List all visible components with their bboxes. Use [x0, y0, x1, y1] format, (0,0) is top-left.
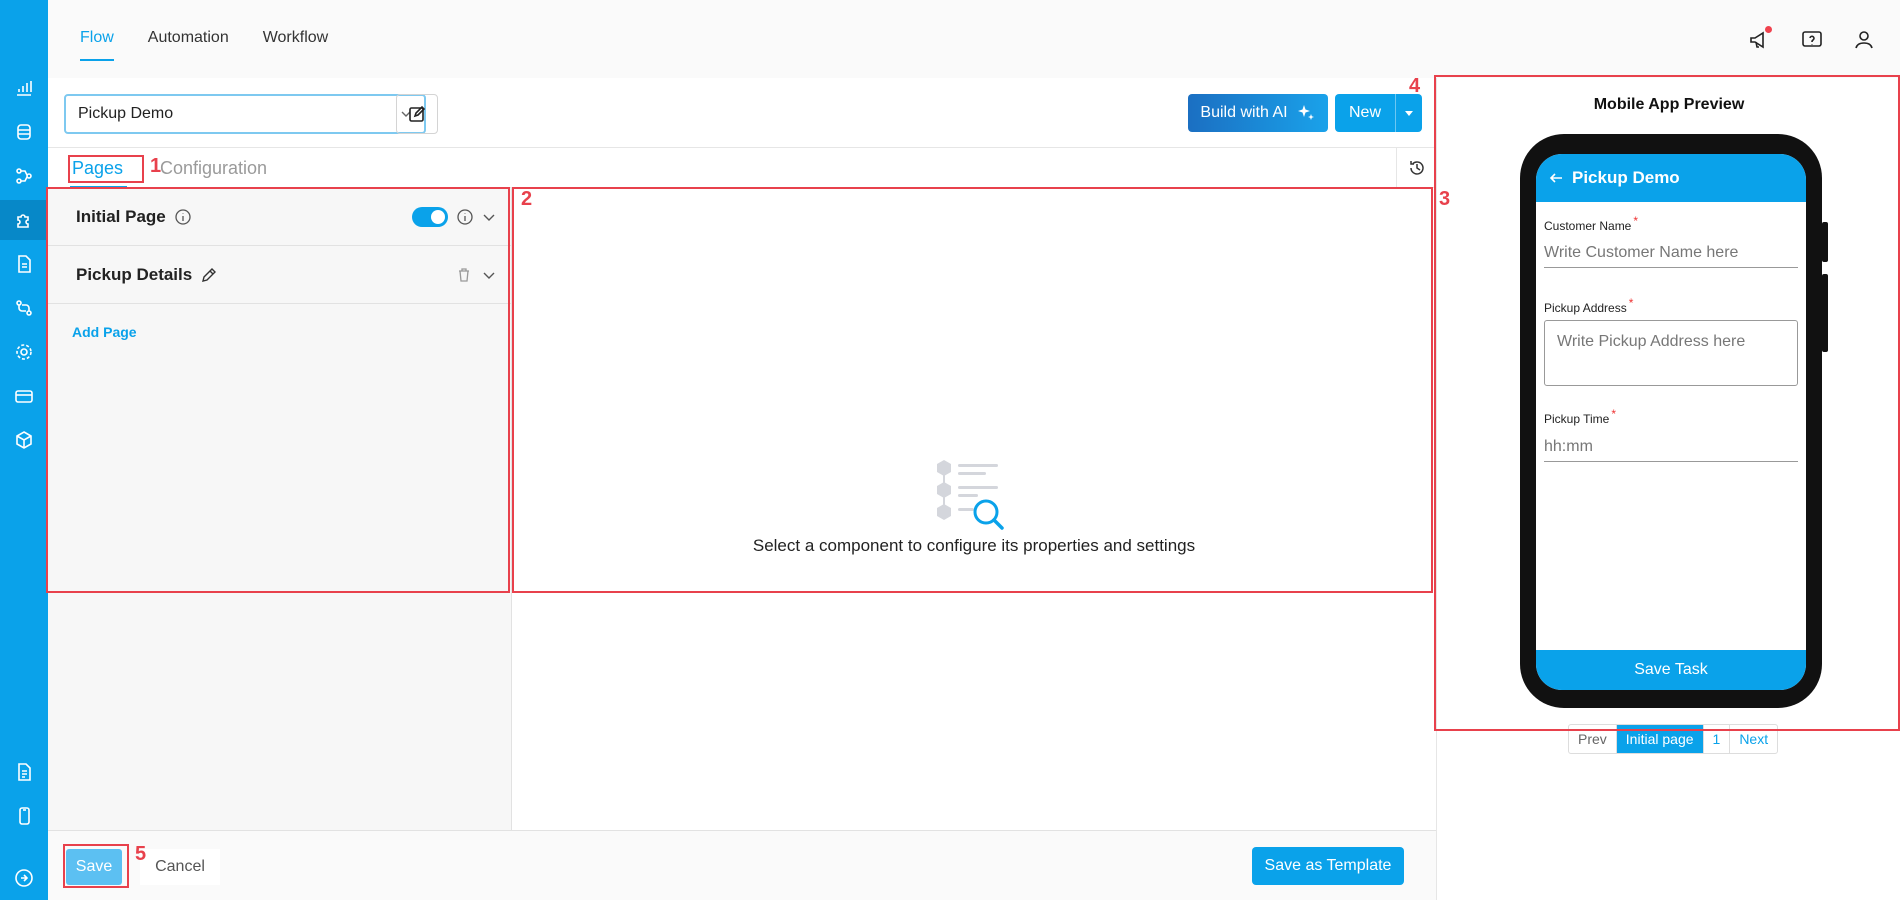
plugin-icon[interactable]	[0, 200, 48, 240]
new-button[interactable]: New	[1335, 94, 1422, 132]
document-icon[interactable]	[14, 254, 34, 274]
mobile-device-icon[interactable]	[14, 806, 34, 826]
history-icon	[1409, 161, 1424, 175]
package-icon[interactable]	[14, 430, 34, 450]
edit-icon	[409, 105, 426, 122]
annotation-box-1	[68, 155, 144, 183]
build-with-ai-label: Build with AI	[1200, 104, 1288, 121]
annotation-label-5: 5	[135, 843, 147, 865]
edit-flow-button[interactable]	[396, 94, 438, 134]
sparkle-icon	[1297, 105, 1314, 120]
cancel-button[interactable]: Cancel	[140, 849, 220, 885]
top-right-actions	[1748, 26, 1876, 52]
annotation-label-2: 2	[521, 188, 533, 210]
flow-toolbar: Pickup Demo Build with AI New	[48, 78, 1436, 148]
save-as-template-button[interactable]: Save as Template	[1252, 847, 1404, 885]
workflow-icon[interactable]	[14, 166, 34, 186]
user-profile-icon[interactable]	[1852, 28, 1876, 52]
tab-automation[interactable]: Automation	[148, 29, 229, 47]
annotation-box-2a	[46, 187, 510, 593]
new-button-label: New	[1348, 104, 1381, 121]
notification-dot	[1765, 26, 1772, 33]
billing-card-icon[interactable]	[14, 386, 34, 406]
top-bar: Flow Automation Workflow	[48, 0, 1900, 78]
annotation-box-2b	[512, 187, 1433, 593]
annotation-box-4	[1434, 75, 1900, 731]
new-dropdown-caret-icon[interactable]	[1395, 94, 1422, 132]
build-with-ai-button[interactable]: Build with AI	[1188, 94, 1328, 132]
report-icon[interactable]	[14, 762, 34, 782]
annotation-box-5	[63, 844, 129, 888]
expand-sidebar-icon[interactable]	[14, 868, 34, 888]
announcement-megaphone-icon[interactable]	[1748, 26, 1772, 52]
route-icon[interactable]	[14, 298, 34, 318]
help-icon[interactable]	[1800, 28, 1824, 52]
history-button[interactable]	[1396, 148, 1436, 188]
annotation-label-1: 1	[150, 155, 162, 177]
tab-workflow[interactable]: Workflow	[263, 29, 329, 47]
database-icon[interactable]	[14, 122, 34, 142]
bottom-action-bar: Save Cancel Save as Template	[48, 830, 1436, 900]
panel-tabs: Pages Configuration	[48, 148, 1436, 188]
annotation-label-4: 4	[1409, 75, 1421, 97]
top-navigation: Flow Automation Workflow	[80, 29, 362, 61]
flow-selector-dropdown[interactable]: Pickup Demo	[64, 94, 426, 134]
analytics-icon[interactable]	[14, 78, 34, 98]
tab-configuration[interactable]: Configuration	[160, 158, 267, 179]
tab-flow[interactable]: Flow	[80, 29, 114, 61]
settings-icon[interactable]	[14, 342, 34, 362]
flow-selector-value: Pickup Demo	[78, 105, 174, 122]
left-rail	[0, 0, 48, 900]
